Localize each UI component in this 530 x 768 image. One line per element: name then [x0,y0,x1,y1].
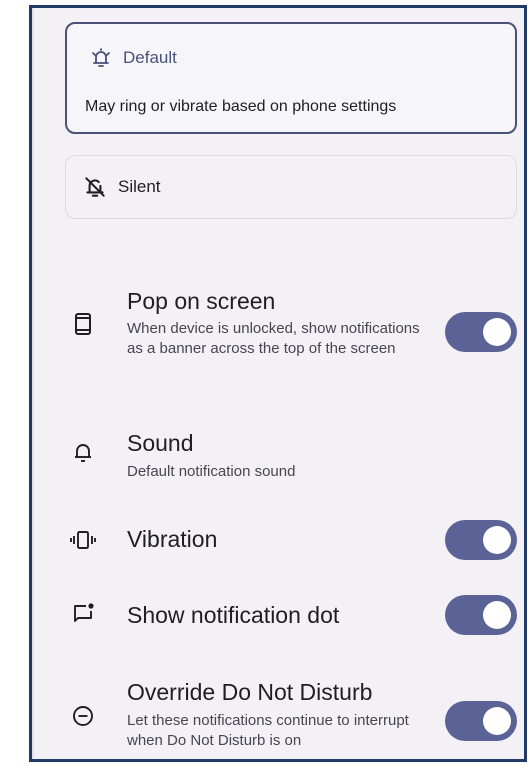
toggle-knob [483,601,511,629]
bell-off-icon [82,174,108,200]
notification-dot-icon [70,601,96,627]
setting-override-dnd[interactable]: Override Do Not Disturb Let these notifi… [32,676,524,759]
mode-default-description: May ring or vibrate based on phone setti… [85,98,397,115]
override-dnd-toggle[interactable] [445,701,517,741]
toggle-knob [483,707,511,735]
do-not-disturb-icon [70,703,96,729]
setting-subtitle: Default notification sound [127,463,296,480]
vibration-icon [70,527,96,553]
setting-pop-on-screen[interactable]: Pop on screen When device is unlocked, s… [32,283,524,383]
mode-default-label: Default [123,48,177,67]
setting-notification-dot[interactable]: Show notification dot [32,593,524,637]
setting-title: Pop on screen [127,288,276,314]
mode-default-card[interactable]: Default May ring or vibrate based on pho… [65,22,517,134]
mode-default-header: Default [89,46,177,70]
setting-subtitle: When device is unlocked, show notificati… [127,320,420,357]
setting-sound[interactable]: Sound Default notification sound [32,426,524,486]
mode-silent-label: Silent [118,177,161,196]
setting-subtitle: Let these notifications continue to inte… [127,712,409,749]
toggle-knob [483,526,511,554]
setting-title: Override Do Not Disturb [127,679,373,705]
bell-ringing-icon [89,46,113,70]
setting-title: Show notification dot [127,602,340,628]
setting-vibration[interactable]: Vibration [32,518,524,562]
bell-icon [70,439,96,465]
pop-on-screen-toggle[interactable] [445,312,517,352]
toggle-knob [483,318,511,346]
settings-panel: Default May ring or vibrate based on pho… [29,5,527,762]
vibration-toggle[interactable] [445,520,517,560]
setting-title: Vibration [127,526,218,552]
phone-icon [70,311,96,337]
mode-silent-card[interactable]: Silent [65,155,517,219]
setting-title: Sound [127,430,194,456]
notification-dot-toggle[interactable] [445,595,517,635]
